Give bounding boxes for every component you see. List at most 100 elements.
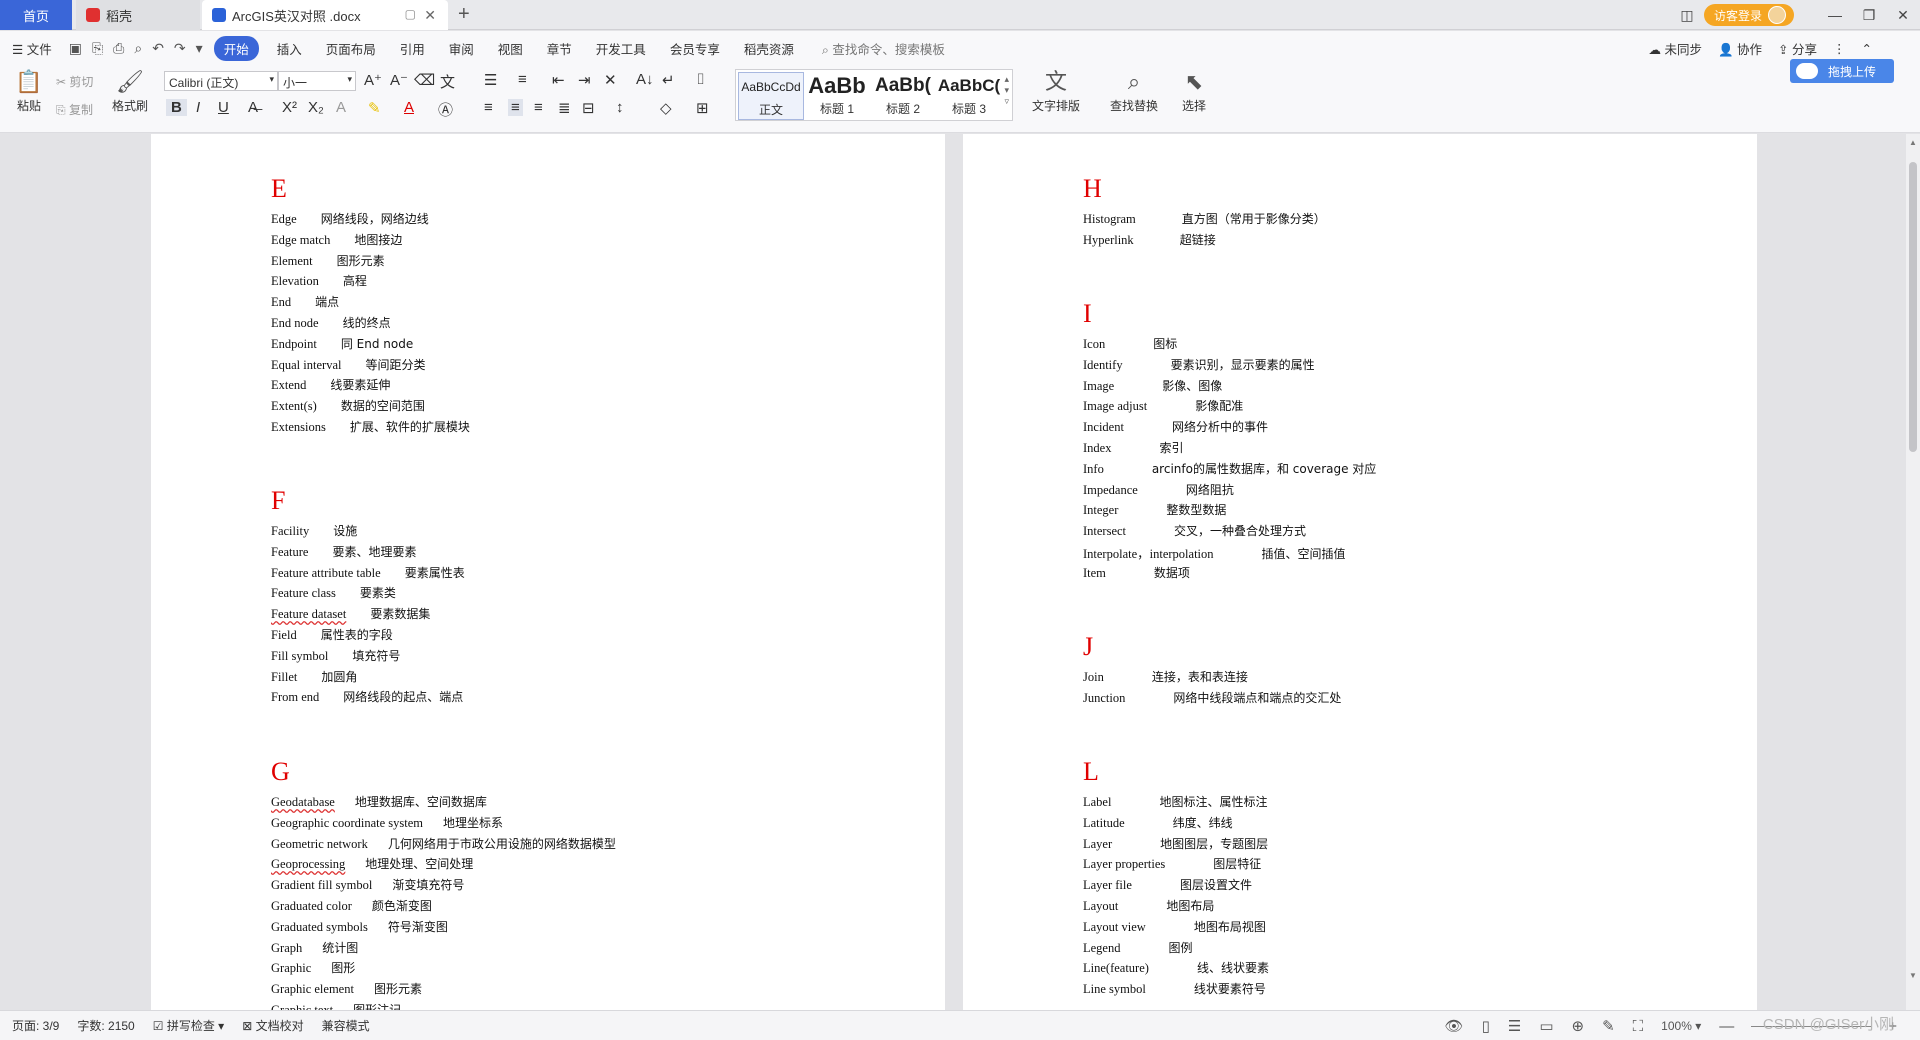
chinese-layout-icon[interactable]: ✕ [604, 71, 617, 89]
save-icon[interactable]: ▣ [69, 40, 82, 57]
font-size-select[interactable]: 小一 ▾ [278, 71, 356, 91]
grow-font-icon[interactable]: A⁺ [364, 71, 382, 89]
new-tab-button[interactable]: + [458, 3, 470, 26]
italic-icon[interactable]: I [196, 99, 200, 116]
vertical-scrollbar[interactable]: ▲ ▼ [1906, 134, 1920, 1010]
text-effect-icon[interactable]: A [336, 99, 346, 116]
line-spacing-icon[interactable]: ↕ [616, 99, 624, 116]
style-heading1[interactable]: AaBb 标题 1 [804, 72, 870, 120]
more-icon[interactable]: ⋮ [1833, 41, 1846, 56]
bold-icon[interactable]: B [166, 99, 187, 116]
sort-icon[interactable]: A↓ [636, 71, 654, 88]
select-button[interactable]: ⬉ 选择 [1170, 69, 1218, 114]
outline-view-icon[interactable]: ☰ [1508, 1017, 1521, 1035]
customize-icon[interactable]: ▾ [196, 40, 203, 57]
undo-icon[interactable]: ↶ [152, 40, 164, 57]
strikethrough-icon[interactable]: A̶ [248, 99, 258, 116]
word-count[interactable]: 字数: 2150 [77, 1017, 134, 1034]
collapse-ribbon-icon[interactable]: ⌃ [1862, 41, 1872, 56]
pin-icon[interactable]: ▢ [405, 7, 416, 21]
menu-resources[interactable]: 稻壳资源 [744, 39, 794, 58]
scroll-down-icon[interactable]: ▼ [1906, 971, 1920, 980]
preview-icon[interactable]: ⌕ [134, 40, 142, 57]
read-view-icon[interactable]: ▭ [1539, 1017, 1553, 1035]
zoom-level[interactable]: 100% ▾ [1661, 1019, 1701, 1033]
page-indicator[interactable]: 页面: 3/9 [12, 1017, 59, 1034]
menu-layout[interactable]: 页面布局 [326, 39, 376, 58]
font-color-icon[interactable]: A [404, 99, 414, 116]
copy-button[interactable]: ⎘ 复制 [56, 101, 93, 118]
style-gallery-more-icon[interactable]: ▴ ▾ ▿ [1004, 74, 1009, 107]
tab-home[interactable]: 首页 [0, 0, 72, 30]
char-border-icon[interactable]: Ⓐ [438, 99, 453, 120]
collab-button[interactable]: 👤 协作 [1718, 39, 1762, 58]
eye-protect-icon[interactable]: 👁 [1445, 1017, 1464, 1035]
restore-icon[interactable]: ❐ [1852, 7, 1886, 24]
page-right[interactable]: H Histogram 直方图（常用于影像分类） Hyperlink 超链接 I Icon 图… [963, 134, 1757, 1010]
align-center-icon[interactable]: ≡ [508, 99, 523, 116]
guest-login-button[interactable]: 访客登录 [1703, 4, 1794, 26]
spell-check-toggle[interactable]: ☑ 拼写检查 ▾ [153, 1017, 224, 1034]
redo-icon[interactable]: ↷ [174, 40, 186, 57]
print-icon[interactable]: ⎙ [113, 40, 124, 57]
style-heading2[interactable]: AaBb( 标题 2 [870, 72, 936, 120]
scroll-up-icon[interactable]: ▲ [1906, 138, 1920, 147]
drag-upload-button[interactable]: 拖拽上传 [1790, 59, 1894, 83]
write-view-icon[interactable]: ✎ [1602, 1017, 1615, 1035]
layout-toggle-icon[interactable]: ◫ [1670, 7, 1704, 24]
document-area[interactable]: E Edge 网络线段，网络边线 Edge match 地图接边 Element 图形元素 E… [0, 134, 1906, 1010]
show-marks-icon[interactable]: ⌷ [696, 71, 705, 88]
menu-devtools[interactable]: 开发工具 [596, 39, 646, 58]
window-close-icon[interactable]: ✕ [1886, 7, 1920, 24]
menu-start[interactable]: 开始 [213, 35, 259, 61]
page-left[interactable]: E Edge 网络线段，网络边线 Edge match 地图接边 Element 图形元素 E… [151, 134, 945, 1010]
borders-icon[interactable]: ⊞ [696, 99, 709, 117]
subscript-icon[interactable]: X₂ [308, 99, 324, 116]
menu-chapter[interactable]: 章节 [547, 39, 572, 58]
increase-indent-icon[interactable]: ⇥ [578, 71, 591, 89]
paste-button[interactable]: 📋 粘贴 [12, 69, 46, 114]
superscript-icon[interactable]: X² [282, 99, 297, 116]
doc-proof-toggle[interactable]: ⊠ 文档校对 [242, 1017, 303, 1034]
underline-icon[interactable]: U [218, 99, 229, 116]
style-normal[interactable]: AaBbCcDd 正文 [738, 72, 804, 120]
distribute-icon[interactable]: ⊟ [582, 99, 595, 117]
fit-page-icon[interactable]: ⛶ [1633, 1018, 1644, 1035]
find-replace-button[interactable]: ⌕ 查找替换 [1102, 69, 1166, 114]
shrink-font-icon[interactable]: A⁻ [390, 71, 408, 89]
menu-reference[interactable]: 引用 [400, 39, 425, 58]
clear-format-icon[interactable]: ⌫ [414, 71, 435, 89]
paragraph-mark-icon[interactable]: ↵ [662, 71, 675, 89]
align-right-icon[interactable]: ≡ [534, 99, 543, 116]
file-menu[interactable]: ☰ 文件 [12, 39, 52, 58]
web-view-icon[interactable]: ⊕ [1572, 1017, 1585, 1035]
shading-icon[interactable]: ◇ [660, 99, 672, 117]
highlight-icon[interactable]: ✎ [368, 99, 381, 117]
menu-review[interactable]: 审阅 [449, 39, 474, 58]
scrollbar-thumb[interactable] [1909, 162, 1917, 452]
bullet-list-icon[interactable]: ☰ [484, 71, 497, 89]
align-left-icon[interactable]: ≡ [484, 99, 493, 116]
cut-button[interactable]: ✂ 剪切 [56, 73, 93, 90]
export-icon[interactable]: ⎘ [92, 40, 103, 57]
zoom-out-icon[interactable]: — [1719, 1018, 1734, 1035]
phonetic-icon[interactable]: 文 [440, 71, 455, 92]
justify-icon[interactable]: ≣ [558, 99, 571, 117]
share-button[interactable]: ⇪ 分享 [1778, 39, 1817, 58]
close-tab-icon[interactable]: ✕ [424, 7, 436, 24]
decrease-indent-icon[interactable]: ⇤ [552, 71, 565, 89]
text-layout-button[interactable]: 文 文字排版 [1024, 69, 1088, 114]
font-family-select[interactable]: Calibri (正文) ▾ [164, 71, 278, 91]
tab-document[interactable]: ArcGIS英汉对照 .docx ▢ ✕ [202, 0, 448, 30]
numbered-list-icon[interactable]: ≡ [518, 71, 527, 88]
sync-button[interactable]: ☁ 未同步 [1648, 39, 1702, 58]
style-heading3[interactable]: AaBbC( 标题 3 [936, 72, 1002, 120]
page-view-icon[interactable]: ▯ [1482, 1017, 1490, 1035]
format-painter-button[interactable]: 🖌 格式刷 [110, 69, 150, 114]
menu-member[interactable]: 会员专享 [670, 39, 720, 58]
minimize-icon[interactable]: — [1818, 7, 1852, 23]
tab-daoke[interactable]: 稻壳 [76, 0, 200, 30]
menu-view[interactable]: 视图 [498, 39, 523, 58]
menu-insert[interactable]: 插入 [277, 39, 302, 58]
command-search[interactable]: ⌕ 查找命令、搜索模板 [822, 39, 945, 58]
